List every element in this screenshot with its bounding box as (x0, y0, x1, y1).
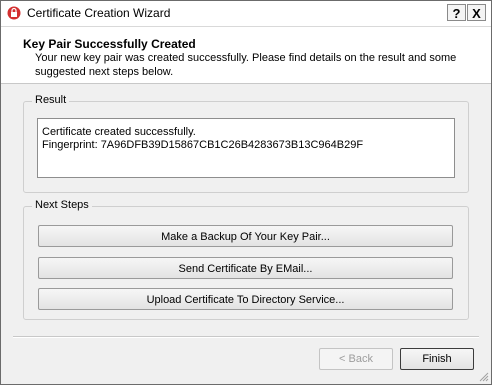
title-bar[interactable]: Certificate Creation Wizard ? X (1, 1, 491, 27)
close-button[interactable]: X (467, 4, 486, 21)
backup-key-pair-button[interactable]: Make a Backup Of Your Key Pair... (38, 225, 453, 247)
page-description: Your new key pair was created successful… (35, 52, 457, 78)
wizard-window: Certificate Creation Wizard ? X Key Pair… (0, 0, 492, 385)
footer-divider (13, 336, 479, 338)
back-button[interactable]: < Back (319, 348, 393, 370)
result-status-line: Certificate created successfully. (42, 126, 196, 138)
help-icon: ? (452, 6, 461, 21)
wizard-header: Key Pair Successfully Created Your new k… (1, 27, 491, 84)
certificate-app-icon (7, 6, 21, 20)
result-text-box[interactable]: Certificate created successfully. Finger… (37, 118, 455, 178)
help-button[interactable]: ? (447, 4, 466, 21)
finish-button[interactable]: Finish (400, 348, 474, 370)
window-title: Certificate Creation Wizard (27, 6, 171, 20)
page-title: Key Pair Successfully Created (23, 37, 196, 51)
upload-directory-button[interactable]: Upload Certificate To Directory Service.… (38, 288, 453, 310)
close-icon: X (472, 6, 481, 21)
result-group-label: Result (32, 94, 70, 106)
send-email-button[interactable]: Send Certificate By EMail... (38, 257, 453, 279)
resize-grip-icon[interactable] (479, 372, 489, 382)
next-steps-group-label: Next Steps (32, 199, 92, 211)
result-fingerprint-line: Fingerprint: 7A96DFB39D15867CB1C26B42836… (42, 139, 364, 151)
